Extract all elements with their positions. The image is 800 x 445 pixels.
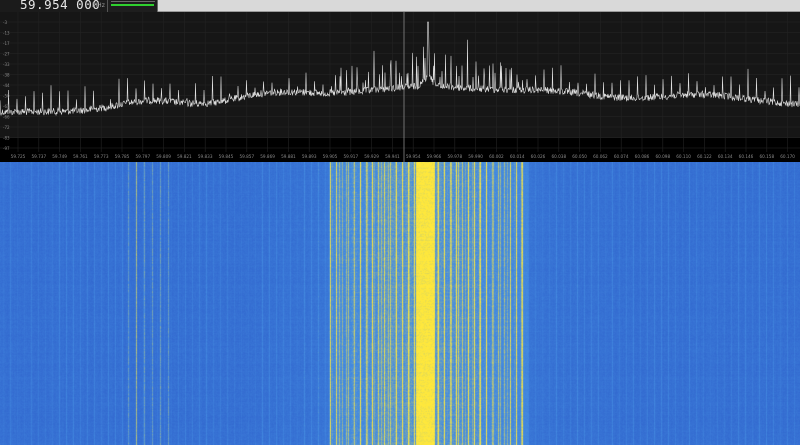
level-tick-label: -97	[3, 146, 10, 151]
frequency-tick-label: 60.050	[572, 154, 587, 159]
frequency-tick-label: 59.737	[31, 154, 46, 159]
level-tick-label: -44	[3, 83, 10, 88]
frequency-tick-label: 59.905	[323, 154, 338, 159]
frequency-tick-label: 59.881	[281, 154, 296, 159]
frequency-tick-label: 59.773	[94, 154, 109, 159]
frequency-tick-label: 60.026	[531, 154, 546, 159]
frequency-tick-label: 59.869	[260, 154, 275, 159]
frequency-tick-label: 59.761	[73, 154, 88, 159]
frequency-tick-label: 60.014	[510, 154, 525, 159]
frequency-tick-label: 60.098	[655, 154, 670, 159]
frequency-tick-label: 59.929	[364, 154, 379, 159]
frequency-tick-label: 59.978	[447, 154, 462, 159]
frequency-tick-label: 60.038	[551, 154, 566, 159]
frequency-tick-label: 60.146	[739, 154, 754, 159]
frequency-display[interactable]: 59.954 000 MHz	[0, 0, 108, 12]
frequency-tick-label: 60.158	[759, 154, 774, 159]
signal-level-meter	[108, 0, 158, 12]
frequency-tick-label: 60.062	[593, 154, 608, 159]
frequency-tick-label: 59.966	[427, 154, 442, 159]
frequency-tick-label: 60.086	[635, 154, 650, 159]
frequency-tick-label: 59.749	[52, 154, 67, 159]
frequency-tick-label: 59.797	[135, 154, 150, 159]
frequency-tick-label: 59.893	[302, 154, 317, 159]
frequency-tick-label: 59.725	[11, 154, 26, 159]
frequency-tick-label: 59.833	[198, 154, 213, 159]
frequency-tick-label: 60.122	[697, 154, 712, 159]
frequency-tick-label: 59.821	[177, 154, 192, 159]
frequency-unit: MHz	[92, 2, 105, 9]
signal-level-bar	[111, 4, 154, 6]
frequency-tick-label: 59.785	[115, 154, 130, 159]
level-tick-label: -72	[3, 125, 10, 130]
level-tick-label: -33	[3, 62, 10, 67]
frequency-tick-label: 59.990	[468, 154, 483, 159]
level-tick-label: -3	[3, 20, 7, 25]
signal-level-scale	[111, 1, 155, 3]
frequency-tick-label: 60.134	[718, 154, 733, 159]
frequency-tick-label: 59.917	[343, 154, 358, 159]
level-tick-label: -83	[3, 136, 10, 141]
spectrum-display[interactable]: -3-13-17-27-33-38-44-50-61-66-72-83-9759…	[0, 12, 800, 162]
level-tick-label: -17	[3, 41, 10, 46]
frequency-tick-label: 59.941	[385, 154, 400, 159]
frequency-tick-label: 59.954	[406, 154, 421, 159]
frequency-tick-label: 59.857	[239, 154, 254, 159]
frequency-tick-label: 59.809	[156, 154, 171, 159]
toolbar: 59.954 000 MHz	[0, 0, 800, 12]
frequency-value[interactable]: 59.954 000	[20, 0, 100, 12]
frequency-tick-label: 59.845	[219, 154, 234, 159]
level-tick-label: -38	[3, 73, 10, 78]
frequency-tick-label: 60.074	[614, 154, 629, 159]
level-tick-label: -50	[3, 94, 10, 99]
level-tick-label: -13	[3, 31, 10, 36]
level-tick-label: -66	[3, 115, 10, 120]
waterfall-display[interactable]	[0, 162, 800, 445]
frequency-tick-label: 60.002	[489, 154, 504, 159]
level-tick-label: -27	[3, 52, 10, 57]
level-tick-label: -61	[3, 104, 10, 109]
frequency-tick-label: 60.110	[676, 154, 691, 159]
frequency-tick-label: 60.170	[780, 154, 795, 159]
